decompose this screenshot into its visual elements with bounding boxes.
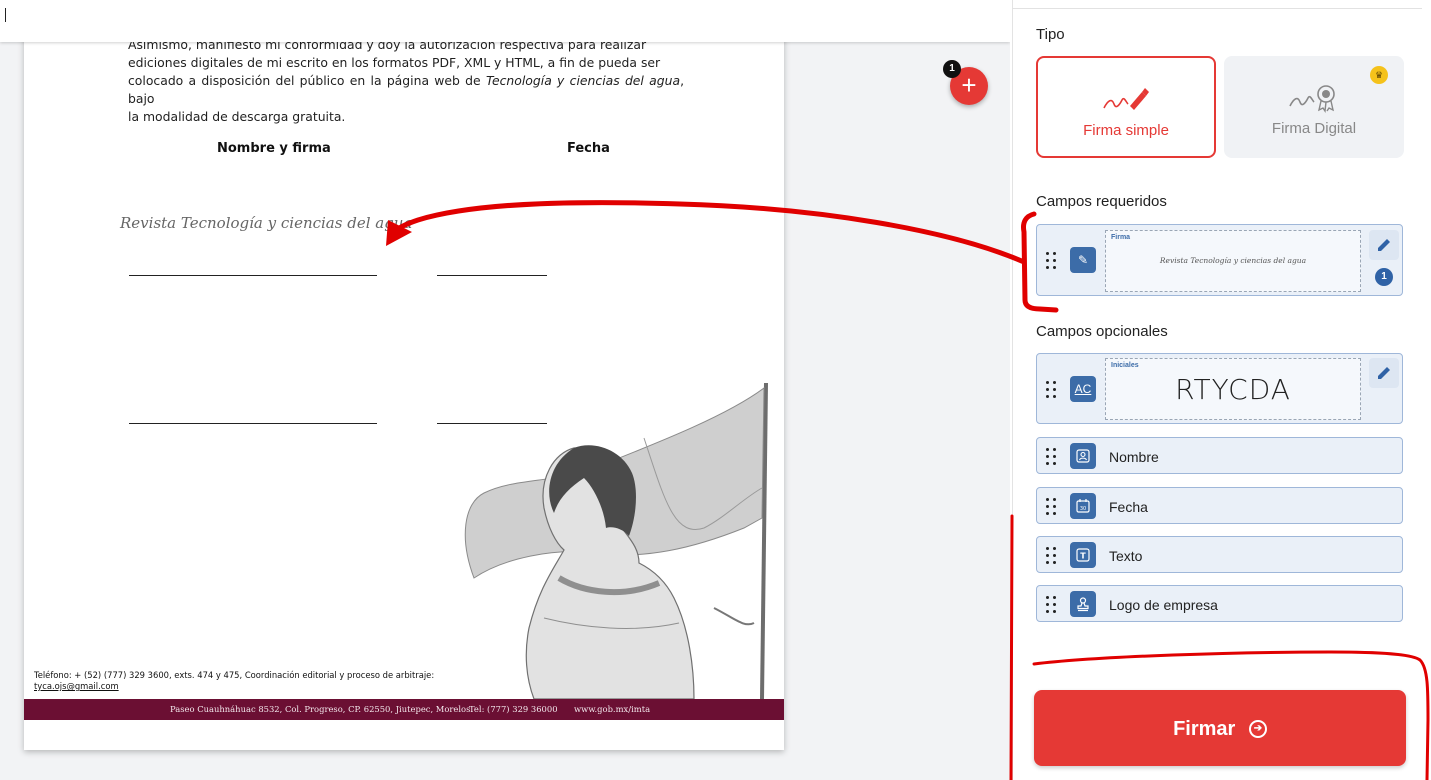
name-signature-heading: Nombre y firma <box>217 141 331 156</box>
drag-handle-icon[interactable] <box>1045 595 1057 613</box>
signature-preview: Firma Revista Tecnología y ciencias del … <box>1105 230 1361 292</box>
stamp-icon <box>1070 591 1096 617</box>
signature-pen-icon <box>1103 88 1149 110</box>
type-simple-label: Firma simple <box>1083 122 1169 139</box>
panel-divider <box>1012 8 1422 9</box>
optional-fields-label: Campos opcionales <box>1036 323 1168 340</box>
text-icon-glyph: T <box>1080 552 1086 561</box>
document-page[interactable]: Asimismo, manifiesto mi conformidad y do… <box>24 0 784 750</box>
flag-woman-illustration <box>464 382 768 699</box>
calendar-icon: 30 <box>1070 493 1096 519</box>
optional-field-initials[interactable]: AC Iniciales RTYCDA <box>1036 353 1403 424</box>
optional-field-name[interactable]: Nombre <box>1036 437 1403 474</box>
paragraph-line: ediciones digitales de mi escrito en los… <box>128 55 661 70</box>
date-line <box>437 275 547 276</box>
paragraph-text: colocado a disposición del público en la… <box>128 73 486 88</box>
edit-initials-button[interactable] <box>1369 358 1399 388</box>
optional-field-date[interactable]: 30 Fecha <box>1036 487 1403 524</box>
app-root: Asimismo, manifiesto mi conformidad y do… <box>0 0 1431 780</box>
footer-web: www.gob.mx/imta <box>574 704 651 714</box>
contact-text: Teléfono: + (52) (777) 329 3600, exts. 4… <box>34 670 435 680</box>
drag-handle-icon[interactable] <box>1045 380 1057 398</box>
pencil-icon <box>1378 239 1390 251</box>
signature-tag: Firma <box>1111 234 1131 241</box>
add-field-badge: 1 <box>943 60 961 78</box>
text-cursor <box>5 8 6 22</box>
signature-preview-text: Revista Tecnología y ciencias del agua <box>1159 256 1307 265</box>
person-icon <box>1070 443 1096 469</box>
document-viewer[interactable]: Asimismo, manifiesto mi conformidad y do… <box>0 0 1010 780</box>
arrow-right-circle-icon: ➔ <box>1248 719 1267 738</box>
drag-handle-icon[interactable] <box>1045 447 1057 465</box>
footer-bar: Paseo Cuauhnáhuac 8532, Col. Progreso, C… <box>24 699 784 720</box>
paragraph-line: la modalidad de descarga gratuita. <box>128 109 346 124</box>
premium-crown-icon: ♛ <box>1370 66 1388 84</box>
certificate-seal-icon <box>1289 85 1335 113</box>
drag-handle-icon[interactable] <box>1045 546 1057 564</box>
initials-icon: AC <box>1070 376 1096 402</box>
consent-paragraph: Asimismo, manifiesto mi conformidad y do… <box>128 36 684 126</box>
name-field-label: Nombre <box>1109 449 1159 465</box>
calendar-day: 30 <box>1080 506 1086 512</box>
required-field-signature[interactable]: ✎ Firma Revista Tecnología y ciencias de… <box>1036 224 1403 296</box>
initials-preview: Iniciales RTYCDA <box>1105 358 1361 420</box>
text-icon: T <box>1070 542 1096 568</box>
initials-tag: Iniciales <box>1111 362 1139 369</box>
drag-handle-icon[interactable] <box>1045 497 1057 515</box>
contact-email-link[interactable]: tyca.ojs@gmail.com <box>34 681 496 692</box>
type-digital-label: Firma Digital <box>1271 120 1357 137</box>
signature-count-badge: 1 <box>1375 268 1393 286</box>
plus-icon: + <box>961 70 977 100</box>
pencil-icon <box>1378 367 1390 379</box>
required-fields-label: Campos requeridos <box>1036 193 1167 210</box>
initials-preview-text: RTYCDA <box>1175 373 1291 406</box>
paragraph-line: colocado a disposición del público en la… <box>128 72 684 108</box>
footer-address: Paseo Cuauhnáhuac 8532, Col. Progreso, C… <box>170 704 474 714</box>
date-heading: Fecha <box>567 141 610 156</box>
viewer-toolbar <box>0 0 1010 42</box>
sign-submit-button[interactable]: Firmar ➔ <box>1034 690 1406 766</box>
pen-icon: ✎ <box>1070 247 1096 273</box>
type-card-simple-signature[interactable]: Firma simple <box>1036 56 1216 158</box>
edit-signature-button[interactable] <box>1369 230 1399 260</box>
footer-contact: Teléfono: + (52) (777) 329 3600, exts. 4… <box>34 670 496 692</box>
signature-line <box>129 423 377 424</box>
signature-line <box>129 275 377 276</box>
text-field-label: Texto <box>1109 548 1143 564</box>
footer-phone: Tel: (777) 329 36000 <box>469 704 558 714</box>
optional-field-company-logo[interactable]: Logo de empresa <box>1036 585 1403 622</box>
type-section-label: Tipo <box>1036 26 1065 43</box>
logo-field-label: Logo de empresa <box>1109 597 1218 613</box>
placed-signature[interactable]: Revista Tecnología y ciencias del agua <box>120 214 412 232</box>
date-field-label: Fecha <box>1109 499 1148 515</box>
optional-field-text[interactable]: T Texto <box>1036 536 1403 573</box>
sign-submit-label: Firmar <box>1173 717 1236 740</box>
journal-name: Tecnología y ciencias del agua <box>485 73 681 88</box>
drag-handle-icon[interactable] <box>1045 251 1057 269</box>
